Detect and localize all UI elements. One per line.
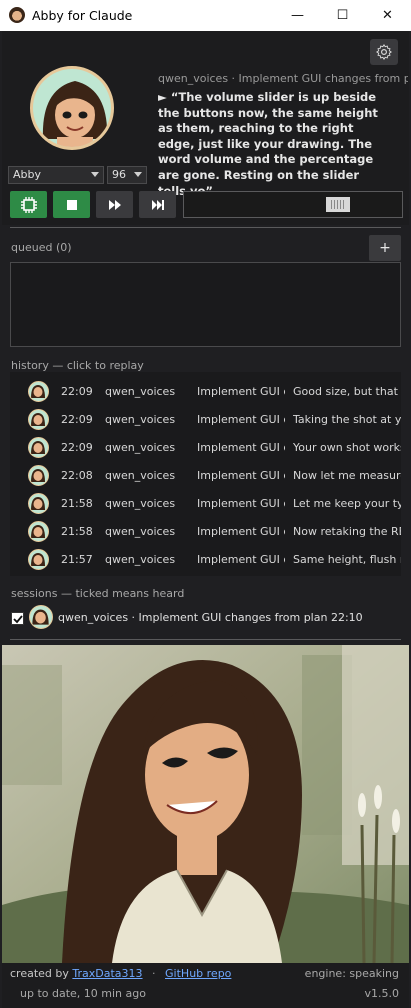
history-agent: qwen_voices <box>105 441 176 454</box>
avatar <box>28 521 49 542</box>
history-time: 21:58 <box>61 525 93 538</box>
history-row[interactable]: 22:09 qwen_voices Implement GUI ch Takin… <box>10 404 401 432</box>
history-project: Implement GUI ch <box>197 525 285 538</box>
history-agent: qwen_voices <box>105 385 176 398</box>
history-agent: qwen_voices <box>105 469 176 482</box>
voice-select[interactable]: Abby <box>8 166 104 184</box>
queue-list <box>10 262 401 347</box>
github-repo-link[interactable]: GitHub repo <box>165 967 231 980</box>
credits: created by TraxData313 · GitHub repo <box>10 967 231 980</box>
history-agent: qwen_voices <box>105 553 176 566</box>
chip-icon <box>20 196 37 213</box>
history-message: Taking the shot at yo <box>293 413 401 426</box>
avatar <box>28 493 49 514</box>
stop-icon <box>66 199 77 210</box>
history-project: Implement GUI ch <box>197 413 285 426</box>
history-list: 22:09 qwen_voices Implement GUI ch Good … <box>10 372 401 576</box>
session-label: qwen_voices · Implement GUI changes from… <box>58 611 363 624</box>
avatar <box>28 381 49 402</box>
history-project: Implement GUI ch <box>197 385 285 398</box>
chevron-down-icon <box>134 172 142 177</box>
rate-select-value: 96 <box>112 168 126 181</box>
history-time: 22:09 <box>61 441 93 454</box>
now-playing-card: qwen_voices · Implement GUI changes from… <box>2 31 409 225</box>
history-message: Your own shot works <box>293 441 401 454</box>
history-project: Implement GUI ch <box>197 497 285 510</box>
queue-label: queued (0) <box>11 241 72 254</box>
history-row[interactable]: 22:09 qwen_voices Implement GUI ch Your … <box>10 432 401 460</box>
author-link[interactable]: TraxData313 <box>72 967 142 980</box>
history-time: 22:09 <box>61 413 93 426</box>
checkmark-icon <box>12 614 23 623</box>
chip-toggle-button[interactable] <box>10 191 47 218</box>
voice-select-value: Abby <box>13 168 41 181</box>
history-agent: qwen_voices <box>105 413 176 426</box>
sessions-label: sessions — ticked means heard <box>11 587 185 600</box>
history-agent: qwen_voices <box>105 525 176 538</box>
history-row[interactable]: 21:57 qwen_voices Implement GUI ch Same … <box>10 544 401 572</box>
session-item[interactable]: qwen_voices · Implement GUI changes from… <box>10 604 401 632</box>
avatar <box>28 549 49 570</box>
history-message: Now retaking the RE. <box>293 525 401 538</box>
title-bar: Abby for Claude — ☐ ✕ <box>0 0 411 31</box>
history-label: history — click to replay <box>11 359 144 372</box>
fast-forward-icon <box>108 199 121 210</box>
rate-select[interactable]: 96 <box>107 166 147 184</box>
session-checkbox[interactable] <box>11 612 24 625</box>
history-row[interactable]: 22:08 qwen_voices Implement GUI ch Now l… <box>10 460 401 488</box>
minimize-button[interactable]: — <box>275 0 320 31</box>
history-time: 21:58 <box>61 497 93 510</box>
footer-separator: · <box>152 967 156 980</box>
avatar <box>28 437 49 458</box>
close-button[interactable]: ✕ <box>365 0 410 31</box>
history-project: Implement GUI ch <box>197 469 285 482</box>
history-time: 22:09 <box>61 385 93 398</box>
add-to-queue-button[interactable]: + <box>369 235 401 261</box>
created-by-label: created by <box>10 967 69 980</box>
gear-icon <box>375 43 393 61</box>
history-agent: qwen_voices <box>105 497 176 510</box>
volume-slider-thumb[interactable] <box>326 197 350 212</box>
skip-next-button[interactable] <box>139 191 176 218</box>
current-message-quote: ► “The volume slider is up beside the bu… <box>158 90 378 198</box>
update-status: up to date, 10 min ago <box>20 987 146 1000</box>
avatar <box>28 409 49 430</box>
volume-slider[interactable] <box>183 191 403 218</box>
history-message: Same height, flush ri <box>293 553 401 566</box>
history-message: Now let me measure <box>293 469 401 482</box>
divider <box>10 639 401 640</box>
skip-next-icon <box>151 199 164 210</box>
settings-button[interactable] <box>370 39 398 65</box>
history-row[interactable]: 22:09 qwen_voices Implement GUI ch Good … <box>10 376 401 404</box>
window-title: Abby for Claude <box>32 8 133 23</box>
fast-forward-button[interactable] <box>96 191 133 218</box>
history-message: Let me keep your typ <box>293 497 401 510</box>
footer: created by TraxData313 · GitHub repo eng… <box>2 963 409 1008</box>
avatar <box>30 66 114 150</box>
current-message-meta: qwen_voices · Implement GUI changes from… <box>158 72 408 85</box>
divider <box>10 227 401 228</box>
version-label: v1.5.0 <box>364 987 400 1000</box>
maximize-button[interactable]: ☐ <box>320 0 365 31</box>
history-message: Good size, but that li <box>293 385 401 398</box>
history-time: 22:08 <box>61 469 93 482</box>
history-row[interactable]: 21:58 qwen_voices Implement GUI ch Now r… <box>10 516 401 544</box>
history-project: Implement GUI ch <box>197 441 285 454</box>
avatar <box>29 605 53 629</box>
engine-status: engine: speaking <box>304 967 399 980</box>
history-project: Implement GUI ch <box>197 553 285 566</box>
chevron-down-icon <box>91 172 99 177</box>
app-icon <box>9 7 25 23</box>
avatar <box>28 465 49 486</box>
stop-button[interactable] <box>53 191 90 218</box>
character-portrait <box>2 645 409 963</box>
history-time: 21:57 <box>61 553 93 566</box>
history-row[interactable]: 21:58 qwen_voices Implement GUI ch Let m… <box>10 488 401 516</box>
